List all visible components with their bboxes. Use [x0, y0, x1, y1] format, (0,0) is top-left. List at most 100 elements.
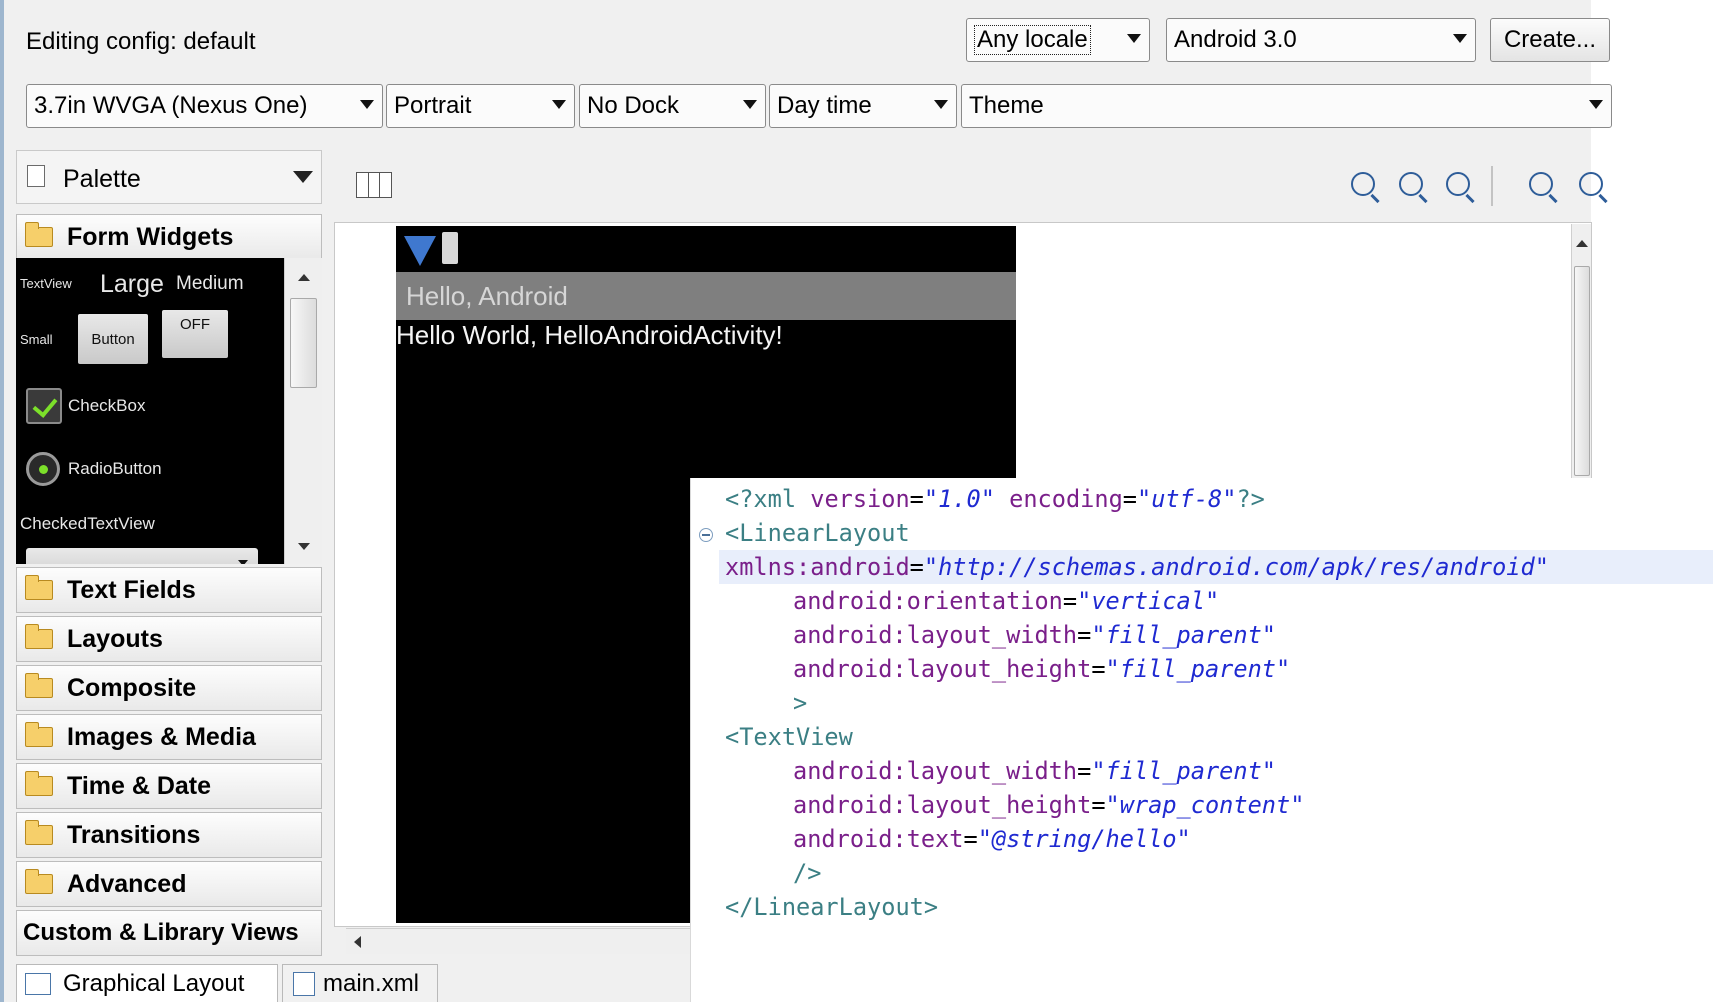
xml-source-editor[interactable]: <?xml version="1.0" encoding="utf-8"?> <… [690, 478, 1713, 1002]
theme-dropdown[interactable]: Theme [961, 84, 1612, 128]
category-custom-library-views[interactable]: Custom & Library Views [16, 910, 322, 956]
scroll-down-icon[interactable] [298, 543, 310, 550]
orientation-dropdown[interactable]: Portrait [386, 84, 575, 128]
editing-config-label: Editing config: default [26, 28, 256, 55]
layout-toggle-icon[interactable] [356, 172, 392, 198]
category-label: Composite [67, 673, 197, 702]
category-label: Transitions [67, 820, 201, 849]
category-images-media[interactable]: Images & Media [16, 714, 322, 760]
palette-menu-icon[interactable] [293, 171, 313, 183]
code-line: android:layout_height="fill_parent" [793, 655, 1291, 683]
xml-file-icon [293, 972, 315, 996]
api-level-dropdown[interactable]: Android 3.0 [1166, 18, 1476, 62]
tab-label: main.xml [323, 969, 420, 997]
battery-icon [442, 232, 458, 264]
category-layouts[interactable]: Layouts [16, 616, 322, 662]
folder-icon [25, 771, 53, 796]
category-time-date[interactable]: Time & Date [16, 763, 322, 809]
code-line: /> [793, 859, 822, 887]
widget-spinner[interactable] [26, 548, 258, 564]
folder-icon [25, 820, 53, 845]
toolbar-separator [1491, 166, 1493, 206]
folder-icon [25, 869, 53, 894]
locale-value: Any locale [974, 25, 1091, 55]
category-label: Layouts [67, 624, 163, 653]
zoom-100-icon[interactable] [1446, 172, 1470, 196]
palette-scroll-thumb[interactable] [290, 298, 317, 388]
folder-icon [25, 624, 53, 649]
category-transitions[interactable]: Transitions [16, 812, 322, 858]
scroll-up-icon[interactable] [298, 274, 310, 281]
widget-checkbox[interactable]: CheckBox [68, 396, 145, 416]
widget-toggle[interactable]: OFF [162, 310, 228, 358]
form-widgets-list: TextView Large Medium Small Button OFF C… [16, 258, 284, 564]
dock-value: No Dock [587, 92, 680, 119]
code-line: android:orientation="vertical" [793, 587, 1220, 615]
palette-scrollbar[interactable] [284, 258, 322, 564]
category-composite[interactable]: Composite [16, 665, 322, 711]
time-value: Day time [777, 92, 872, 119]
scroll-left-icon[interactable] [354, 936, 361, 948]
widget-large-text[interactable]: Large [100, 270, 164, 299]
dock-dropdown[interactable]: No Dock [579, 84, 766, 128]
code-line: <?xml version="1.0" encoding="utf-8"?> [725, 485, 1265, 513]
folder-icon [25, 722, 53, 747]
zoom-fit-icon[interactable] [1351, 172, 1375, 196]
time-dropdown[interactable]: Day time [769, 84, 957, 128]
chevron-down-icon [1127, 34, 1141, 43]
zoom-in-icon[interactable] [1579, 172, 1603, 196]
category-label: Time & Date [67, 771, 212, 800]
device-dropdown[interactable]: 3.7in WVGA (Nexus One) [26, 84, 383, 128]
orientation-value: Portrait [394, 92, 472, 119]
category-text-fields[interactable]: Text Fields [16, 567, 322, 613]
api-level-value: Android 3.0 [1174, 26, 1297, 53]
zoom-out-icon[interactable] [1529, 172, 1553, 196]
widget-button[interactable]: Button [78, 314, 148, 364]
tab-graphical-layout[interactable]: Graphical Layout [16, 964, 278, 1002]
code-line: android:text="@string/hello" [793, 825, 1191, 853]
code-line: </LinearLayout> [725, 893, 939, 921]
scroll-up-icon[interactable] [1576, 240, 1588, 247]
hello-textview[interactable]: Hello World, HelloAndroidActivity! [396, 320, 783, 351]
tab-main-xml[interactable]: main.xml [282, 964, 438, 1002]
widget-medium-text[interactable]: Medium [176, 273, 244, 295]
open-folder-icon [25, 222, 53, 247]
code-line: android:layout_width="fill_parent" [793, 757, 1276, 785]
checkbox-check-icon [26, 388, 62, 424]
category-label: Text Fields [67, 575, 196, 604]
chevron-down-icon [743, 100, 757, 109]
create-config-button[interactable]: Create... [1490, 18, 1610, 62]
category-label: Form Widgets [67, 222, 234, 251]
palette-header[interactable]: Palette [16, 150, 322, 204]
code-line: <TextView [725, 723, 853, 751]
collapse-icon[interactable] [699, 528, 713, 542]
widget-radiobutton[interactable]: RadioButton [68, 459, 162, 479]
code-line: xmlns:android="http://schemas.android.co… [725, 553, 1549, 581]
canvas-hscrollbar[interactable] [346, 928, 690, 954]
radio-button-icon [26, 452, 60, 486]
canvas-scrollbar[interactable] [1571, 224, 1591, 478]
tab-label: Graphical Layout [63, 969, 245, 997]
app-title: Hello, Android [406, 281, 568, 311]
category-form-widgets[interactable]: Form Widgets [16, 214, 322, 260]
widget-checkedtextview[interactable]: CheckedTextView [20, 514, 155, 534]
folder-icon [25, 673, 53, 698]
palette-icon [27, 165, 45, 187]
category-label: Images & Media [67, 722, 256, 751]
chevron-down-icon [360, 100, 374, 109]
widget-textview[interactable]: TextView [20, 276, 72, 291]
code-line: android:layout_height="wrap_content" [793, 791, 1305, 819]
toggle-label: OFF [180, 316, 210, 333]
palette-title: Palette [63, 165, 141, 193]
device-value: 3.7in WVGA (Nexus One) [34, 92, 308, 119]
chevron-down-icon [934, 100, 948, 109]
folder-icon [25, 575, 53, 600]
category-advanced[interactable]: Advanced [16, 861, 322, 907]
signal-icon [404, 236, 436, 266]
canvas-scroll-thumb[interactable] [1574, 266, 1590, 476]
code-line: android:layout_width="fill_parent" [793, 621, 1276, 649]
locale-dropdown[interactable]: Any locale [966, 18, 1150, 62]
graphical-layout-icon [25, 973, 51, 995]
zoom-real-size-icon[interactable] [1399, 172, 1423, 196]
widget-small-text[interactable]: Small [20, 332, 53, 347]
